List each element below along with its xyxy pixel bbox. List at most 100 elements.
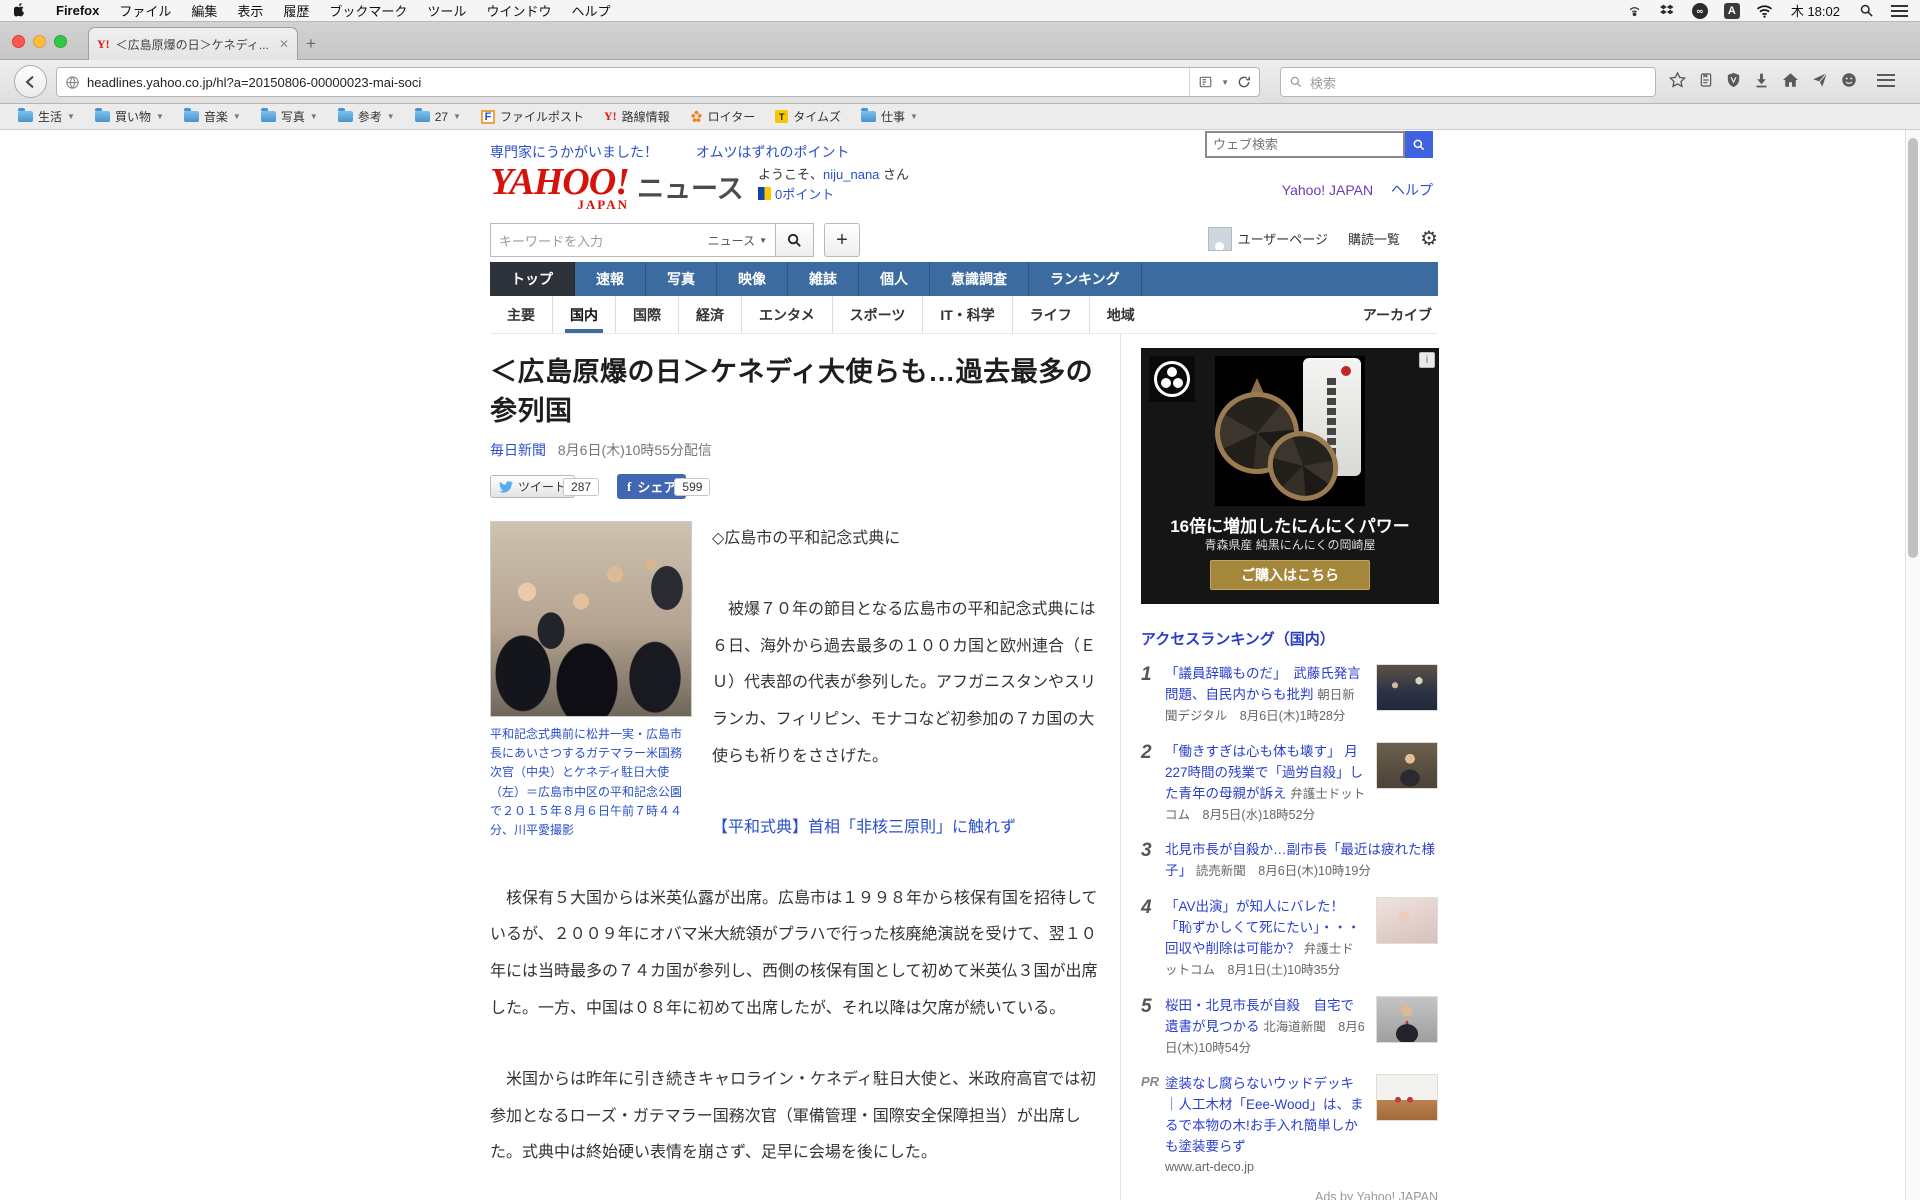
bookmark-folder-27[interactable]: 27▼ (407, 110, 469, 124)
points-link[interactable]: 0ポイント (758, 184, 834, 203)
subnav-life[interactable]: ライフ (1012, 296, 1089, 333)
yahoo-news-logo[interactable]: YAHOO! JAPAN ニュース (490, 163, 744, 213)
status-a-icon[interactable]: A (1724, 3, 1740, 19)
notification-center-icon[interactable] (1891, 5, 1908, 17)
browser-search-field[interactable]: 検索 (1280, 67, 1656, 97)
menu-firefox[interactable]: Firefox (46, 3, 109, 18)
nav-tab-poll[interactable]: 意識調査 (930, 262, 1029, 296)
window-zoom-button[interactable] (54, 35, 67, 48)
menu-view[interactable]: 表示 (227, 1, 273, 20)
news-search-field[interactable]: キーワードを入力 ニュース ▼ (490, 223, 776, 257)
help-link[interactable]: ヘルプ (1391, 182, 1433, 198)
subnav-main[interactable]: 主要 (490, 296, 552, 333)
spotlight-icon[interactable] (1858, 2, 1875, 19)
url-bar[interactable]: headlines.yahoo.co.jp/hl?a=20150806-0000… (56, 67, 1260, 97)
menu-help[interactable]: ヘルプ (561, 1, 620, 20)
reading-list-icon[interactable] (1698, 71, 1714, 89)
ranking-thumbnail[interactable] (1376, 742, 1438, 789)
subnav-entertainment[interactable]: エンタメ (741, 296, 832, 333)
reload-icon[interactable] (1237, 75, 1251, 89)
page-scrollbar[interactable] (1905, 130, 1920, 1200)
shield-icon[interactable] (1725, 71, 1742, 89)
yahoo-japan-link[interactable]: Yahoo! JAPAN (1282, 182, 1373, 198)
promo-link-2[interactable]: オムツはずれのポイント (696, 144, 850, 160)
bookmark-filepost[interactable]: Fファイルポスト (473, 108, 592, 125)
window-minimize-button[interactable] (33, 35, 46, 48)
status-wifi-icon[interactable] (1756, 2, 1773, 19)
subnav-it-science[interactable]: IT・科学 (922, 296, 1011, 333)
downloads-icon[interactable] (1753, 71, 1770, 89)
ranking-title[interactable]: アクセスランキング（国内） (1141, 628, 1438, 649)
nav-tab-magazine[interactable]: 雑誌 (788, 262, 859, 296)
nav-tab-flash[interactable]: 速報 (575, 262, 646, 296)
status-antenna-icon[interactable] (1626, 2, 1643, 19)
menu-edit[interactable]: 編集 (181, 1, 227, 20)
ad-info-icon[interactable]: i (1419, 352, 1435, 368)
pr-link[interactable]: 塗装なし腐らないウッドデッキ｜人工木材「Eee-Wood」は、まるで本物の木!お… (1165, 1076, 1364, 1154)
new-tab-button[interactable]: + (306, 34, 316, 54)
subnav-economy[interactable]: 経済 (678, 296, 741, 333)
subnav-sports[interactable]: スポーツ (832, 296, 923, 333)
article-photo[interactable] (490, 521, 692, 717)
promo-link-1[interactable]: 専門家にうかがいました！ (490, 144, 658, 160)
menu-history[interactable]: 履歴 (273, 1, 319, 20)
extension-smiley-icon[interactable] (1840, 71, 1858, 89)
bookmark-folder-life[interactable]: 生活▼ (10, 108, 83, 125)
subscription-list-link[interactable]: 購読一覧 (1348, 229, 1400, 248)
url-text[interactable]: headlines.yahoo.co.jp/hl?a=20150806-0000… (87, 75, 1189, 90)
bookmark-folder-work[interactable]: 仕事▼ (853, 108, 926, 125)
bookmark-star-icon[interactable] (1668, 71, 1687, 89)
bookmark-folder-shopping[interactable]: 買い物▼ (87, 108, 172, 125)
browser-tab[interactable]: Y! ＜広島原爆の日＞ケネディ... ✕ (88, 27, 298, 60)
add-condition-button[interactable]: + (824, 223, 860, 257)
nav-tab-video[interactable]: 映像 (717, 262, 788, 296)
pr-thumbnail[interactable] (1376, 1074, 1438, 1121)
status-dropbox-icon[interactable] (1659, 2, 1676, 19)
ranking-thumbnail[interactable] (1376, 996, 1438, 1043)
settings-gear-icon[interactable]: ⚙ (1420, 226, 1438, 251)
ads-by-label[interactable]: Ads by Yahoo! JAPAN (1141, 1190, 1438, 1200)
subnav-local[interactable]: 地域 (1089, 296, 1152, 333)
news-search-button[interactable] (776, 223, 814, 257)
menu-window[interactable]: ウインドウ (476, 1, 561, 20)
home-icon[interactable] (1781, 71, 1800, 89)
ranking-thumbnail[interactable] (1376, 664, 1438, 711)
site-identity-icon[interactable] (65, 75, 80, 90)
user-page-link[interactable]: ユーザーページ (1208, 227, 1328, 251)
urlbar-dropdown-icon[interactable]: ▼ (1221, 78, 1229, 87)
menu-file[interactable]: ファイル (109, 1, 181, 20)
photo-caption[interactable]: 平和記念式典前に松井一実・広島市長にあいさつするガテマラー米国務次官（中央）とケ… (490, 725, 692, 840)
bookmark-reuters[interactable]: ロイター (682, 108, 764, 125)
tab-close-icon[interactable]: ✕ (279, 37, 289, 51)
bookmark-folder-reference[interactable]: 参考▼ (330, 108, 403, 125)
web-search-input[interactable] (1205, 131, 1405, 158)
username-link[interactable]: niju_nana (823, 167, 879, 182)
bookmark-transit[interactable]: Y!路線情報 (596, 108, 678, 125)
bookmark-times[interactable]: Tタイムズ (767, 108, 849, 125)
reader-mode-icon[interactable] (1198, 75, 1213, 89)
apple-menu-icon[interactable] (14, 3, 28, 19)
firefox-menu-icon[interactable] (1877, 74, 1895, 87)
ranking-thumbnail[interactable] (1376, 897, 1438, 944)
window-close-button[interactable] (12, 35, 25, 48)
source-link[interactable]: 毎日新聞 (490, 442, 546, 458)
nav-tab-personal[interactable]: 個人 (859, 262, 930, 296)
nav-tab-photo[interactable]: 写真 (646, 262, 717, 296)
bookmark-folder-music[interactable]: 音楽▼ (176, 108, 249, 125)
back-button[interactable] (14, 65, 47, 98)
menubar-clock[interactable]: 木 18:02 (1791, 1, 1840, 20)
subnav-world[interactable]: 国際 (615, 296, 678, 333)
archive-link[interactable]: アーカイブ (1363, 296, 1432, 333)
menu-tools[interactable]: ツール (417, 1, 476, 20)
web-search-button[interactable] (1405, 131, 1433, 158)
share-plane-icon[interactable] (1811, 71, 1829, 89)
ad-buy-button[interactable]: ご購入はこちら (1210, 560, 1370, 590)
menu-bookmarks[interactable]: ブックマーク (319, 1, 417, 20)
scrollbar-thumb[interactable] (1908, 138, 1918, 558)
nav-tab-ranking[interactable]: ランキング (1029, 262, 1142, 296)
subnav-domestic[interactable]: 国内 (552, 296, 615, 333)
bookmark-folder-photo[interactable]: 写真▼ (253, 108, 326, 125)
search-scope-select[interactable]: ニュース (708, 232, 755, 249)
nav-tab-top[interactable]: トップ (490, 262, 575, 296)
status-creativecloud-icon[interactable]: ∞ (1692, 3, 1708, 19)
